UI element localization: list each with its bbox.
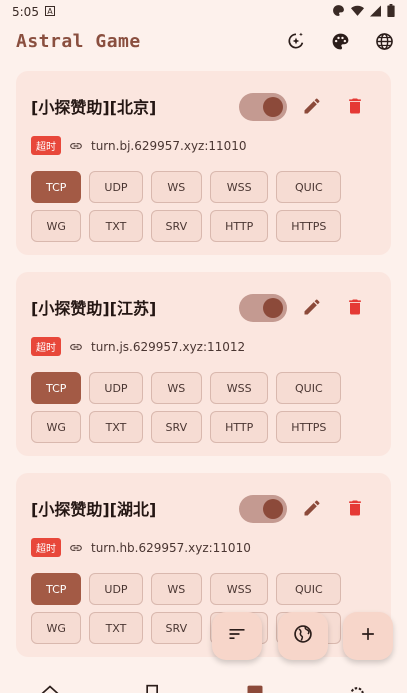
home-icon[interactable]: [40, 684, 60, 693]
server-status-row: 超时 turn.hb.629957.xyz:11010: [31, 538, 251, 557]
protocol-chip-http[interactable]: HTTP: [210, 210, 269, 242]
settings-icon[interactable]: [347, 684, 367, 693]
edit-icon[interactable]: [302, 96, 322, 116]
timeout-badge: 超时: [31, 337, 61, 356]
protocol-chip-udp[interactable]: UDP: [89, 573, 143, 605]
server-enable-toggle[interactable]: [239, 495, 287, 523]
protocol-chip-udp[interactable]: UDP: [89, 171, 143, 203]
protocol-chip-ws[interactable]: WS: [150, 171, 203, 203]
protocol-chip-ws[interactable]: WS: [150, 372, 203, 404]
protocol-chip-https[interactable]: HTTPS: [276, 210, 342, 242]
server-address: turn.bj.629957.xyz:11010: [91, 138, 247, 153]
signal-icon: [370, 5, 381, 20]
app-title: Astral Game: [16, 30, 141, 52]
notification-a-icon: A: [44, 5, 55, 19]
battery-icon: [387, 4, 395, 20]
protocol-chip-wg[interactable]: WG: [31, 210, 82, 242]
server-list: [小探赞助][北京] 超时 turn.bj.629957.xyz:11010 T…: [16, 71, 391, 674]
protocol-chip-tcp[interactable]: TCP: [31, 171, 82, 203]
protocol-chip-txt[interactable]: TXT: [89, 612, 143, 644]
protocol-chip-wg[interactable]: WG: [31, 411, 82, 443]
globe-icon: [293, 624, 313, 648]
protocol-chip-https[interactable]: HTTPS: [276, 411, 342, 443]
server-address: turn.js.629957.xyz:11012: [91, 339, 246, 354]
protocol-chip-udp[interactable]: UDP: [89, 372, 143, 404]
link-icon: [69, 340, 83, 354]
protocol-chip-txt[interactable]: TXT: [89, 411, 143, 443]
add-icon: [358, 624, 378, 648]
sort-icon: [227, 624, 247, 648]
toggle-knob: [263, 499, 283, 519]
protocol-chip-http[interactable]: HTTP: [210, 411, 269, 443]
timeout-badge: 超时: [31, 538, 61, 557]
timeout-badge: 超时: [31, 136, 61, 155]
server-card: [小探赞助][江苏] 超时 turn.js.629957.xyz:11012 T…: [16, 272, 391, 456]
protocol-chip-quic[interactable]: QUIC: [276, 573, 342, 605]
server-title: [小探赞助][湖北]: [31, 500, 157, 519]
server-title: [小探赞助][江苏]: [31, 299, 157, 318]
palette-status-icon: [332, 4, 345, 20]
server-enable-toggle[interactable]: [239, 294, 287, 322]
protocol-chip-tcp[interactable]: TCP: [31, 573, 82, 605]
protocol-chip-srv[interactable]: SRV: [150, 411, 203, 443]
link-icon: [69, 139, 83, 153]
protocol-chip-wss[interactable]: WSS: [210, 171, 269, 203]
edit-icon[interactable]: [302, 498, 322, 518]
protocol-chips: TCP UDP WS WSS QUIC WG TXT SRV HTTP HTTP…: [31, 171, 371, 242]
protocol-chip-quic[interactable]: QUIC: [276, 171, 342, 203]
sparkle-refresh-icon[interactable]: [285, 30, 307, 52]
toggle-knob: [263, 97, 283, 117]
app-bar: Astral Game: [0, 24, 407, 58]
protocol-chip-quic[interactable]: QUIC: [276, 372, 342, 404]
server-status-row: 超时 turn.js.629957.xyz:11012: [31, 337, 245, 356]
toggle-knob: [263, 298, 283, 318]
bottom-navigation: [0, 678, 407, 693]
door-icon[interactable]: [143, 684, 163, 693]
protocol-chip-wss[interactable]: WSS: [210, 372, 269, 404]
delete-icon[interactable]: [345, 498, 365, 518]
protocol-chip-wg[interactable]: WG: [31, 612, 82, 644]
server-card: [小探赞助][湖北] 超时 turn.hb.629957.xyz:11010 T…: [16, 473, 391, 657]
server-card: [小探赞助][北京] 超时 turn.bj.629957.xyz:11010 T…: [16, 71, 391, 255]
sort-button[interactable]: [212, 612, 262, 660]
protocol-chip-wss[interactable]: WSS: [210, 573, 269, 605]
svg-text:A: A: [47, 7, 53, 16]
server-enable-toggle[interactable]: [239, 93, 287, 121]
protocol-chip-srv[interactable]: SRV: [150, 210, 203, 242]
add-button[interactable]: [343, 612, 393, 660]
edit-icon[interactable]: [302, 297, 322, 317]
status-time: 5:05: [12, 5, 39, 19]
server-title: [小探赞助][北京]: [31, 98, 157, 117]
protocol-chips: TCP UDP WS WSS QUIC WG TXT SRV HTTP HTTP…: [31, 372, 371, 443]
palette-icon[interactable]: [329, 30, 351, 52]
server-icon[interactable]: [245, 684, 265, 693]
globe-icon[interactable]: [373, 30, 395, 52]
protocol-chip-txt[interactable]: TXT: [89, 210, 143, 242]
status-bar: 5:05 A: [0, 0, 407, 24]
link-icon: [69, 541, 83, 555]
protocol-chip-ws[interactable]: WS: [150, 573, 203, 605]
globe-button[interactable]: [278, 612, 328, 660]
server-status-row: 超时 turn.bj.629957.xyz:11010: [31, 136, 247, 155]
server-address: turn.hb.629957.xyz:11010: [91, 540, 251, 555]
delete-icon[interactable]: [345, 297, 365, 317]
delete-icon[interactable]: [345, 96, 365, 116]
protocol-chip-srv[interactable]: SRV: [150, 612, 203, 644]
protocol-chip-tcp[interactable]: TCP: [31, 372, 82, 404]
wifi-icon: [351, 5, 364, 20]
